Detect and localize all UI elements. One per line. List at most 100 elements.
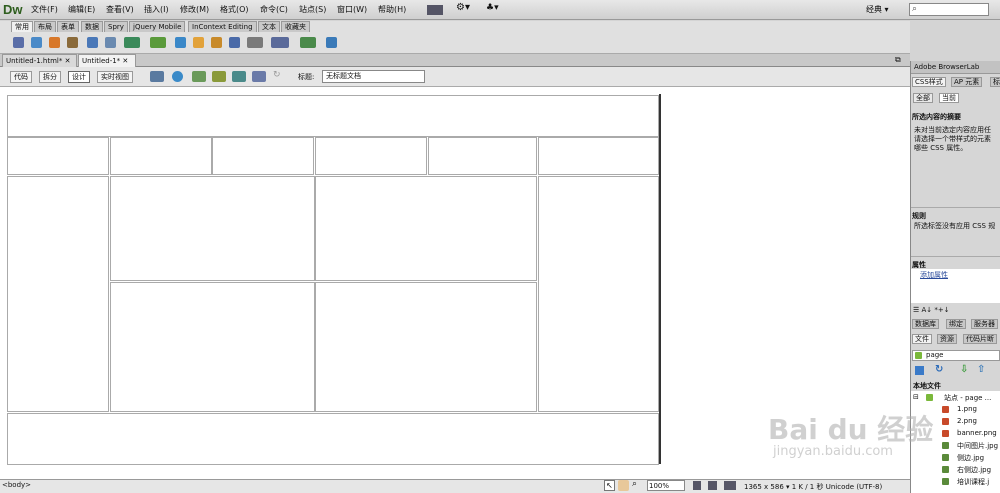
file-item[interactable]: 中间图片.jpg xyxy=(957,441,998,451)
tab-server-behaviors[interactable]: 服务器 xyxy=(971,319,998,329)
date-icon[interactable] xyxy=(175,37,186,48)
panel-divider[interactable] xyxy=(911,256,1000,257)
file-item[interactable]: 右侧边.jpg xyxy=(957,465,991,475)
tablet-size-icon[interactable] xyxy=(708,481,717,490)
code-view-button[interactable]: 代码 xyxy=(10,71,32,83)
tab-untitled-html[interactable]: Untitled-1.html* ✕ xyxy=(2,54,77,67)
layout-cell-content-3[interactable] xyxy=(110,282,315,412)
named-anchor-icon[interactable] xyxy=(49,37,60,48)
refresh-icon[interactable]: ↻ xyxy=(935,364,943,375)
tab-incontext[interactable]: InContext Editing xyxy=(188,21,257,32)
menu-file[interactable]: 文件(F) xyxy=(31,4,58,15)
tab-forms[interactable]: 表单 xyxy=(57,21,79,32)
tab-text[interactable]: 文本 xyxy=(258,21,280,32)
split-view-button[interactable]: 拆分 xyxy=(39,71,61,83)
horizontal-rule-icon[interactable] xyxy=(67,37,78,48)
category-view-icon[interactable]: ☰ A↓ *+↓ xyxy=(913,306,950,314)
tab-bindings[interactable]: 绑定 xyxy=(946,319,966,329)
file-item[interactable]: 培训课程.j xyxy=(957,477,989,487)
layout-cell-nav-1[interactable] xyxy=(7,137,109,175)
layout-cell-header[interactable] xyxy=(7,95,659,137)
file-item[interactable]: banner.png xyxy=(957,429,997,437)
file-item[interactable]: 2.png xyxy=(957,417,977,425)
tab-databases[interactable]: 数据库 xyxy=(912,319,939,329)
menu-window[interactable]: 窗口(W) xyxy=(337,4,367,15)
workspace-switcher[interactable]: 经典 ▾ xyxy=(866,4,889,15)
close-icon[interactable]: ✕ xyxy=(122,57,128,65)
menu-insert[interactable]: 插入(I) xyxy=(144,4,169,15)
zoom-icon[interactable]: ⌕ xyxy=(632,479,637,489)
layout-cell-nav-2[interactable] xyxy=(110,137,212,175)
tab-snippets[interactable]: 代码片断 xyxy=(963,334,997,344)
mode-all-button[interactable]: 全部 xyxy=(913,93,933,103)
tag-chooser-icon[interactable] xyxy=(300,37,316,48)
put-files-icon[interactable]: ⇧ xyxy=(977,364,985,375)
layout-cell-nav-4[interactable] xyxy=(315,137,427,175)
hand-icon[interactable] xyxy=(618,480,629,491)
mobile-size-icon[interactable] xyxy=(693,481,701,490)
hyperlink-icon[interactable] xyxy=(13,37,24,48)
pointer-icon[interactable]: ↖ xyxy=(604,480,615,491)
layout-cell-nav-5[interactable] xyxy=(428,137,537,175)
tab-ap-elements[interactable]: AP 元素 xyxy=(951,77,983,87)
layout-cell-content-2[interactable] xyxy=(315,176,537,281)
tab-tag-inspector[interactable]: 标 xyxy=(990,77,1000,87)
layout-cell-right-sidebar[interactable] xyxy=(538,176,659,412)
comment-icon[interactable] xyxy=(211,37,222,48)
layout-cell-nav-3[interactable] xyxy=(212,137,314,175)
image-icon[interactable] xyxy=(124,37,140,48)
desktop-size-icon[interactable] xyxy=(724,481,736,490)
zoom-select[interactable]: 100% xyxy=(647,480,685,491)
menu-view[interactable]: 查看(V) xyxy=(106,4,134,15)
tab-common[interactable]: 常用 xyxy=(11,21,33,32)
tab-jquery-mobile[interactable]: jQuery Mobile xyxy=(129,21,186,32)
head-icon[interactable] xyxy=(229,37,240,48)
tag-selector[interactable]: <body> xyxy=(2,481,31,489)
layout-cell-content-1[interactable] xyxy=(110,176,315,281)
visual-aids-icon[interactable] xyxy=(252,71,266,82)
layout-cell-footer[interactable] xyxy=(7,413,659,465)
layout-icon[interactable] xyxy=(427,5,443,15)
tab-files[interactable]: 文件 xyxy=(912,334,932,344)
gear-icon[interactable]: ⚙▾ xyxy=(456,2,470,13)
menu-site[interactable]: 站点(S) xyxy=(299,4,326,15)
script-icon[interactable] xyxy=(247,37,263,48)
widget-icon[interactable] xyxy=(326,37,337,48)
get-files-icon[interactable]: ⇩ xyxy=(960,364,968,375)
close-icon[interactable]: ✕ xyxy=(65,57,71,65)
menu-edit[interactable]: 编辑(E) xyxy=(68,4,95,15)
add-property-link[interactable]: 添加属性 xyxy=(920,270,948,280)
tab-favorites[interactable]: 收藏夹 xyxy=(281,21,310,32)
file-management-icon[interactable] xyxy=(192,71,206,82)
refresh-icon[interactable]: ↻ xyxy=(273,70,281,80)
tab-untitled-1[interactable]: Untitled-1* ✕ xyxy=(78,54,136,67)
file-item[interactable]: 1.png xyxy=(957,405,977,413)
preview-browser-icon[interactable] xyxy=(172,71,183,82)
document-title-input[interactable]: 无标题文档 xyxy=(322,70,425,83)
tab-spry[interactable]: Spry xyxy=(104,21,128,32)
tab-css-styles[interactable]: CSS样式 xyxy=(912,77,946,87)
layout-cell-left-sidebar[interactable] xyxy=(7,176,109,412)
layout-cell-nav-6[interactable] xyxy=(538,137,659,175)
live-view-button[interactable]: 实时视图 xyxy=(97,71,133,83)
div-icon[interactable] xyxy=(105,37,116,48)
email-link-icon[interactable] xyxy=(31,37,42,48)
collapse-icon[interactable]: ⊟ xyxy=(913,393,919,401)
mode-current-button[interactable]: 当前 xyxy=(939,93,959,103)
layout-cell-content-4[interactable] xyxy=(315,282,537,412)
menu-commands[interactable]: 命令(C) xyxy=(260,4,288,15)
tab-layout[interactable]: 布局 xyxy=(34,21,56,32)
tab-data[interactable]: 数据 xyxy=(81,21,103,32)
menu-format[interactable]: 格式(O) xyxy=(220,4,249,15)
connect-icon[interactable] xyxy=(915,366,924,375)
tree-root-label[interactable]: 站点 - page ... xyxy=(944,393,991,403)
tab-assets[interactable]: 资源 xyxy=(937,334,957,344)
file-item[interactable]: 侧边.jpg xyxy=(957,453,984,463)
site-icon[interactable]: ♣▾ xyxy=(486,3,499,13)
help-search-input[interactable]: ⌕ xyxy=(909,3,989,16)
browser-compat-icon[interactable] xyxy=(232,71,246,82)
panel-divider[interactable] xyxy=(911,207,1000,208)
menu-help[interactable]: 帮助(H) xyxy=(378,4,406,15)
multiscreen-icon[interactable] xyxy=(150,71,164,82)
server-include-icon[interactable] xyxy=(193,37,204,48)
